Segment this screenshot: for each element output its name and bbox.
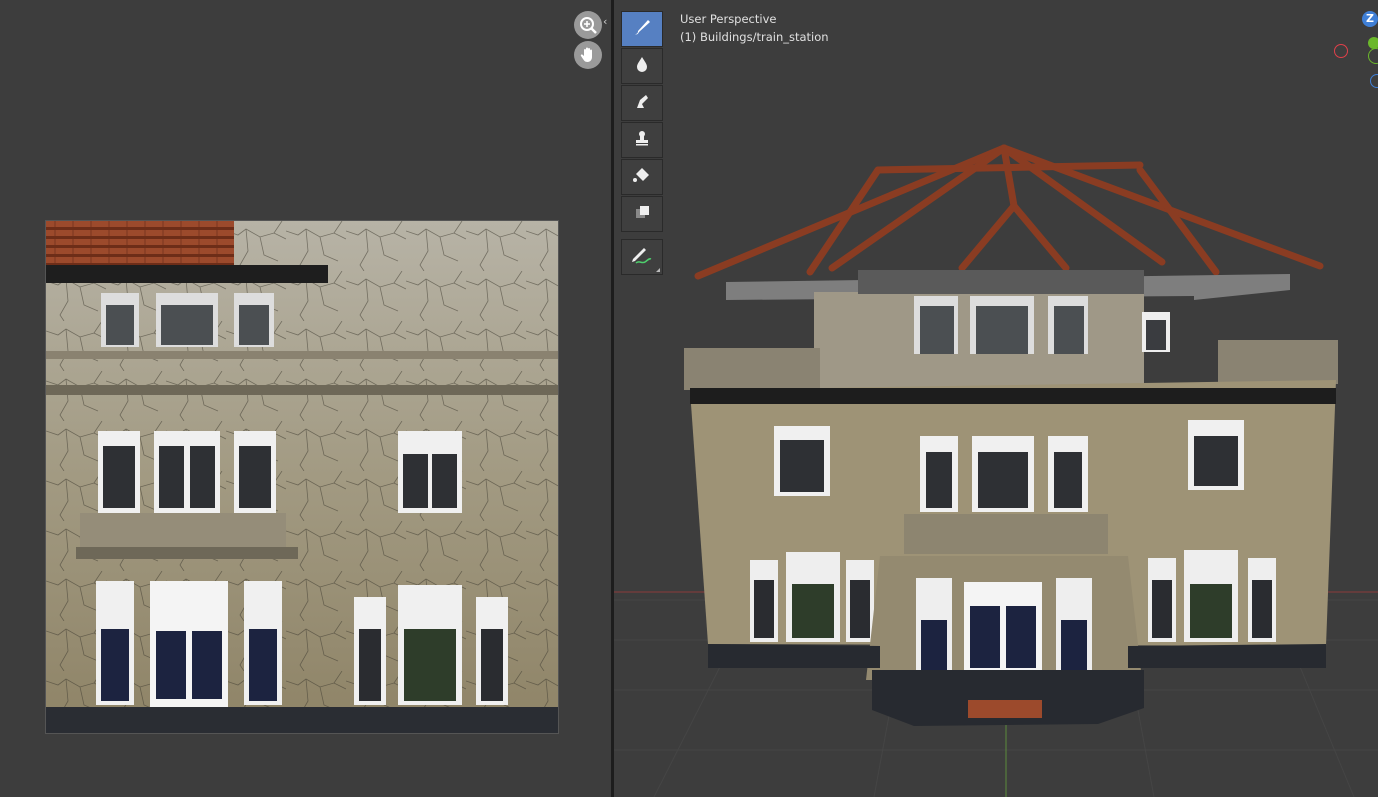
- tool-draw[interactable]: [621, 11, 663, 47]
- gizmo-neg-z-axis[interactable]: [1370, 74, 1378, 88]
- gizmo-z-axis[interactable]: Z: [1362, 11, 1378, 27]
- gizmo-neg-x-axis[interactable]: [1334, 44, 1348, 58]
- tool-shelf: [621, 11, 663, 276]
- gizmo-z-label: Z: [1366, 12, 1374, 25]
- mask-icon: [633, 203, 651, 225]
- image-editor-panel[interactable]: ‹: [0, 0, 611, 797]
- tool-clone[interactable]: [621, 122, 663, 158]
- tool-soften[interactable]: [621, 48, 663, 84]
- viewport-scene: [614, 0, 1378, 797]
- tool-smear[interactable]: [621, 85, 663, 121]
- 3d-viewport[interactable]: Z: [614, 0, 1378, 797]
- annotate-pencil-icon: [630, 244, 654, 270]
- building-texture-image: [45, 220, 559, 734]
- tool-fill[interactable]: [621, 159, 663, 195]
- fill-bucket-icon: [632, 165, 652, 189]
- gizmo-neg-y-axis[interactable]: [1368, 48, 1378, 64]
- active-object-label: (1) Buildings/train_station: [680, 30, 829, 44]
- tool-mask[interactable]: [621, 196, 663, 232]
- zoom-icon[interactable]: [574, 11, 602, 39]
- viewport-info: User Perspective (1) Buildings/train_sta…: [680, 10, 829, 46]
- clone-stamp-icon: [633, 129, 651, 151]
- tool-annotate[interactable]: [621, 239, 663, 275]
- draw-brush-icon: [631, 16, 653, 42]
- view-name-label: User Perspective: [680, 12, 777, 26]
- collapse-arrow-icon[interactable]: ‹: [603, 15, 607, 28]
- smear-icon: [633, 92, 651, 114]
- soften-drop-icon: [633, 55, 651, 77]
- hand-pan-icon[interactable]: [574, 41, 602, 69]
